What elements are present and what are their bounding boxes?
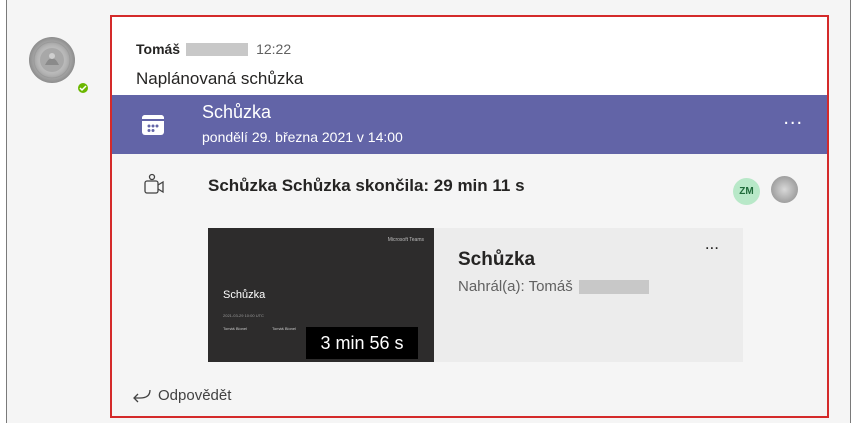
meeting-title[interactable]: Schůzka — [202, 102, 271, 123]
meeting-date: pondělí 29. března 2021 v 14:00 — [202, 129, 403, 145]
recording-duration: 3 min 56 s — [306, 327, 418, 359]
calendar-icon — [142, 115, 164, 135]
meeting-card-header[interactable]: Schůzka pondělí 29. března 2021 v 14:00 … — [112, 95, 827, 154]
redacted-surname — [578, 279, 649, 294]
message-header: Tomáš 12:22 — [136, 41, 291, 57]
sender-name[interactable]: Tomáš — [136, 41, 180, 57]
meeting-ended-text: Schůzka Schůzka skončila: 29 min 11 s — [208, 176, 525, 195]
recording-card[interactable]: Microsoft Teams Schůzka 2021-03-29 10:00… — [208, 228, 743, 362]
thumbnail-date: 2021-03-29 10:00 UTC — [223, 313, 264, 318]
thumbnail-title: Schůzka — [223, 289, 266, 301]
reply-label[interactable]: Odpovědět — [158, 387, 231, 404]
recording-more-options-button[interactable]: ... — [705, 234, 719, 254]
meeting-more-options-button[interactable]: ... — [783, 107, 803, 130]
chat-message[interactable]: Tomáš 12:22 Naplánovaná schůzka Schůzka … — [110, 15, 829, 418]
thumbnail-person: Tomáš Bionel — [272, 326, 297, 331]
sender-avatar[interactable] — [29, 37, 75, 83]
reply-button[interactable]: Odpovědět — [132, 387, 231, 404]
participant-avatar-zm[interactable]: ZM — [733, 178, 760, 205]
participant-avatar-photo[interactable] — [771, 176, 798, 203]
presence-available-icon — [76, 81, 90, 95]
meeting-ended-section: Schůzka Schůzka skončila: 29 min 11 s ZM… — [112, 154, 827, 416]
chat-panel: Tomáš 12:22 Naplánovaná schůzka Schůzka … — [6, 0, 851, 423]
recorded-by-label: Nahrál(a): Tomáš — [458, 278, 573, 295]
recorded-by: Nahrál(a): Tomáš — [458, 278, 649, 295]
meeting-camera-icon — [144, 173, 164, 194]
redacted-surname — [186, 42, 249, 56]
message-time: 12:22 — [256, 41, 292, 57]
thumbnail-person: Tomáš Bionel — [223, 326, 248, 331]
recording-title[interactable]: Schůzka — [458, 249, 535, 271]
recording-thumbnail[interactable]: Microsoft Teams Schůzka 2021-03-29 10:00… — [208, 228, 434, 362]
thumbnail-brand: Microsoft Teams — [387, 237, 424, 243]
message-text: Naplánovaná schůzka — [136, 69, 304, 88]
reply-arrow-icon — [133, 389, 151, 402]
